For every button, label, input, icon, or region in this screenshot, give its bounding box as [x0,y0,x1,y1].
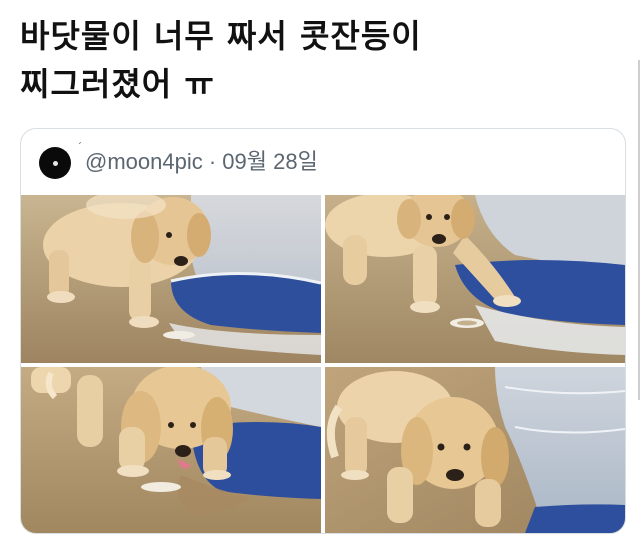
post-text-line-2: 찌그러졌어 ㅠ [20,65,215,103]
puppy-photo-1[interactable] [21,195,321,363]
puppy-photo-3[interactable] [21,367,321,533]
avatar-mark-icon: ˊ [77,142,82,153]
post-text-line-1: 바닷물이 너무 짜서 콧잔등이 [20,17,422,55]
puppy-photo-2[interactable] [325,195,625,363]
quoted-tweet-header: ˊ @moon4pic · 09월 28일 [21,129,625,193]
puppy-photo-4[interactable] [325,367,625,533]
moon-avatar-icon[interactable] [39,147,71,179]
photo-grid [21,195,625,533]
tweet-handle-and-date[interactable]: @moon4pic · 09월 28일 [85,147,318,177]
quoted-tweet-card[interactable]: ˊ @moon4pic · 09월 28일 [20,128,626,534]
post-text: 바닷물이 너무 짜서 콧잔등이 찌그러졌어 ㅠ [20,12,620,108]
